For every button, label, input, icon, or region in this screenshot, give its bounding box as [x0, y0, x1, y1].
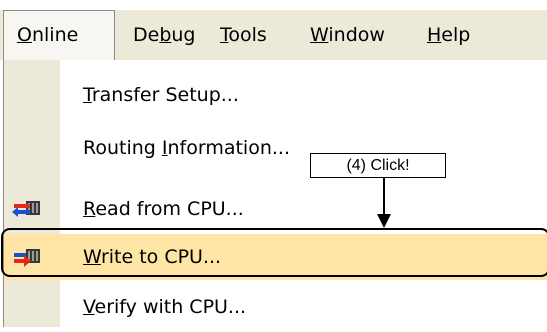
menu-item-label: Read from CPU... — [83, 198, 244, 220]
annotation-callout: (4) Click! — [310, 153, 446, 178]
menu-debug[interactable]: Debug — [133, 10, 196, 60]
menu-item-verify-with-cpu[interactable]: Verify with CPU... — [0, 282, 547, 332]
online-dropdown-menu: Transfer Setup... Routing Information...… — [0, 60, 547, 327]
menu-item-read-from-cpu[interactable]: Read from CPU... — [0, 184, 547, 234]
menu-help[interactable]: Help — [427, 10, 470, 60]
annotation-highlight-frame — [1, 228, 547, 277]
menu-item-routing-information[interactable]: Routing Information... — [0, 123, 547, 173]
read-from-cpu-icon — [12, 201, 40, 217]
menu-item-label: Routing Information... — [83, 137, 290, 159]
menu-online-label: Online — [17, 24, 79, 46]
annotation-arrow-down-icon — [377, 178, 391, 228]
menu-tools[interactable]: Tools — [220, 10, 267, 60]
menu-item-transfer-setup[interactable]: Transfer Setup... — [0, 70, 547, 120]
menu-item-label: Transfer Setup... — [83, 84, 239, 106]
menu-window[interactable]: Window — [310, 10, 385, 60]
menu-item-label: Verify with CPU... — [83, 296, 247, 318]
menu-bar: Online Debug Tools Window Help — [0, 10, 547, 61]
menu-online[interactable]: Online — [3, 10, 115, 61]
